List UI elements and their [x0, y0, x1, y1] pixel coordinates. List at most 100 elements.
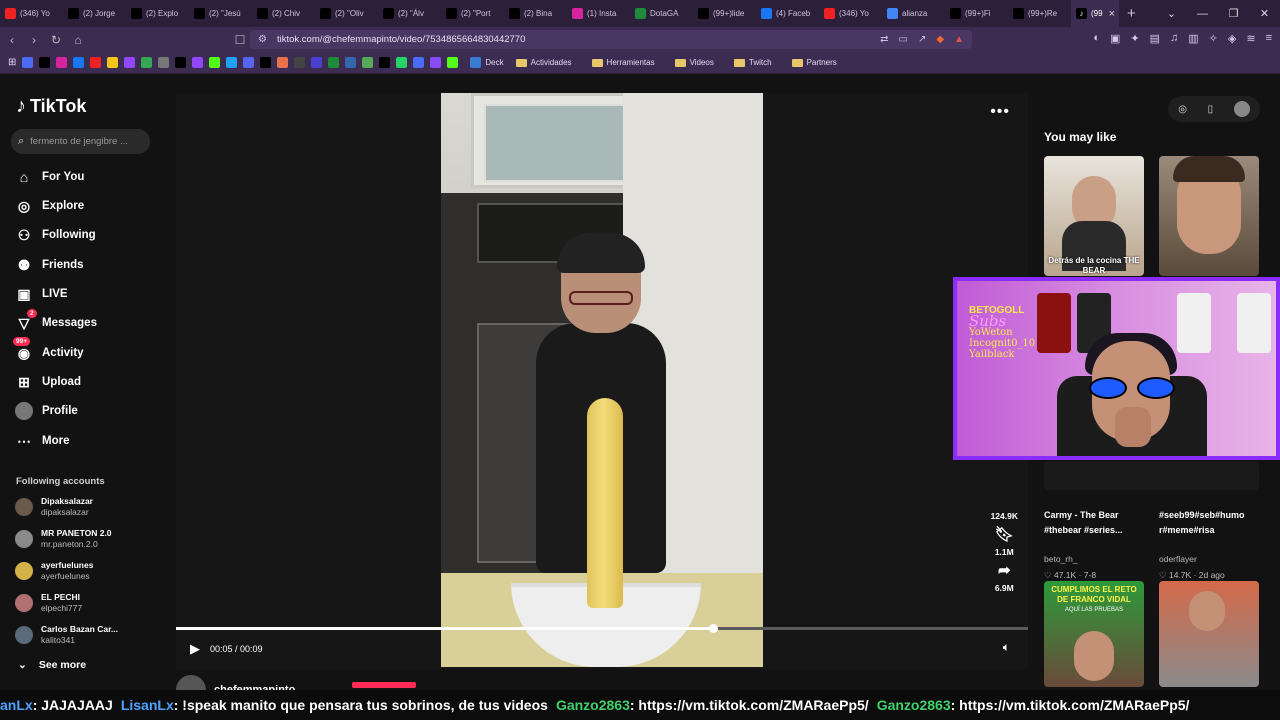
recommended-title[interactable]: Carmy - The Bear #thebear #series...: [1044, 508, 1148, 538]
bookmark-favicon-icon[interactable]: [277, 57, 289, 68]
browser-tab[interactable]: (2) "Oliv: [315, 0, 378, 27]
chevron-down-icon[interactable]: ⌄: [1156, 0, 1187, 27]
close-tab-icon[interactable]: ×: [1109, 8, 1115, 20]
sidebar-item-upload[interactable]: ⊞ Upload: [15, 372, 81, 392]
close-window-button[interactable]: ✕: [1249, 0, 1280, 27]
minimize-button[interactable]: —: [1187, 0, 1218, 27]
browser-tab[interactable]: alianza: [882, 0, 945, 27]
browser-tab[interactable]: (2) Jorge: [63, 0, 126, 27]
sidebar-item-live[interactable]: ▣ LIVE: [15, 284, 67, 304]
browser-tab[interactable]: (346) Yo: [819, 0, 882, 27]
following-account[interactable]: MR PANETON 2.0 mr.paneton.2.0: [15, 528, 112, 550]
url-bar[interactable]: ⚙ tiktok.com/@chefemmapinto/video/753486…: [250, 30, 972, 49]
translate-icon[interactable]: ⇄: [880, 34, 888, 45]
browser-tab[interactable]: (346) Yo: [0, 0, 63, 27]
puzzle-icon[interactable]: ✦: [1130, 32, 1139, 45]
browser-tab[interactable]: (2) "Álv: [378, 0, 441, 27]
bookmark-favicon-icon[interactable]: [107, 57, 119, 68]
browser-tab[interactable]: (4) Faceb: [756, 0, 819, 27]
volume-icon[interactable]: 🔈︎: [1003, 640, 1010, 655]
bookmark-favicon-icon[interactable]: [396, 57, 408, 68]
share-icon[interactable]: ↗: [918, 34, 926, 45]
apps-icon[interactable]: ⊞: [8, 57, 16, 68]
sidebar-item-explore[interactable]: ◎ Explore: [15, 196, 84, 216]
coins-icon[interactable]: ◎: [1178, 104, 1187, 115]
sidebar-icon[interactable]: ▤: [1150, 32, 1160, 45]
bookmark-folder[interactable]: Partners: [791, 58, 837, 67]
bookmark-folder[interactable]: Videos: [674, 58, 714, 67]
bookmark-favicon-icon[interactable]: [39, 57, 51, 68]
sidebar-item-following[interactable]: ⚇ Following: [15, 225, 96, 245]
bookmark-favicon-icon[interactable]: [362, 57, 374, 68]
leo-icon[interactable]: ✧: [1209, 32, 1218, 45]
bookmark-favicon-icon[interactable]: [141, 57, 153, 68]
video-player[interactable]: ••• 124.9K 🔖︎ 1.1M ➦ 6.9M ▶ 00:05 / 00:0…: [176, 93, 1028, 669]
sidebar-item-more[interactable]: ⋯ More: [15, 431, 69, 451]
bookmark-favicon-icon[interactable]: [90, 57, 102, 68]
menu-icon[interactable]: ≡: [1266, 32, 1272, 45]
bookmark-favicon-icon[interactable]: [430, 57, 442, 68]
site-settings-icon[interactable]: ⚙: [258, 34, 267, 45]
bookmark-favicon-icon[interactable]: [243, 57, 255, 68]
bookmark-favicon-icon[interactable]: [56, 57, 68, 68]
play-icon[interactable]: ▶: [190, 641, 200, 657]
extension-icon[interactable]: ≋: [1246, 32, 1255, 45]
browser-tab[interactable]: (2) "Jesú: [189, 0, 252, 27]
bookmark-favicon-icon[interactable]: [158, 57, 170, 68]
video-frame[interactable]: [441, 93, 763, 667]
bookmark-favicon-icon[interactable]: [226, 57, 238, 68]
bookmark-favicon-icon[interactable]: [447, 57, 459, 68]
sidebar-item-profile[interactable]: Profile: [15, 401, 78, 421]
new-tab-button[interactable]: +: [1127, 5, 1136, 22]
bookmark-icon[interactable]: ☐: [230, 33, 250, 47]
more-options-icon[interactable]: •••: [990, 103, 1010, 121]
bookmark-favicon-icon[interactable]: [413, 57, 425, 68]
search-input[interactable]: ⌕ fermento de jengibre ...: [11, 129, 150, 154]
brave-shield-icon[interactable]: ◆: [936, 34, 944, 45]
bookmark-folder[interactable]: Actividades: [515, 58, 572, 67]
sidebar-item-activity[interactable]: ◉ Activity 99+: [13, 337, 84, 363]
bookmark-favicon-icon[interactable]: [124, 57, 136, 68]
bookmark-icon[interactable]: 🔖︎: [995, 525, 1014, 543]
extension-icon[interactable]: ◐: [1093, 32, 1100, 45]
following-account[interactable]: ayerfuelunes ayerfuelunes: [15, 560, 93, 582]
browser-tab[interactable]: (2) Explo: [126, 0, 189, 27]
browser-tab[interactable]: DotaGA: [630, 0, 693, 27]
see-more-button[interactable]: ⌄ See more: [18, 659, 86, 671]
reload-button[interactable]: ↻: [46, 33, 66, 47]
bookmark-folder[interactable]: Herramientas: [591, 58, 655, 67]
bookmark-favicon-icon[interactable]: [379, 57, 391, 68]
browser-tab[interactable]: (2) Chiv: [252, 0, 315, 27]
browser-tab[interactable]: (1) Insta: [567, 0, 630, 27]
vpn-icon[interactable]: ◈: [1228, 32, 1236, 45]
wallet-icon[interactable]: ▥: [1188, 32, 1198, 45]
recommended-thumbnail-bottom[interactable]: [1044, 462, 1259, 490]
following-account[interactable]: EL PECHI elpechi777: [15, 592, 82, 614]
extension-icon[interactable]: ▣: [1110, 32, 1120, 45]
bookmark-favicon-icon[interactable]: [209, 57, 221, 68]
sidebar-item-friends[interactable]: ⚉ Friends: [15, 255, 84, 275]
user-avatar[interactable]: [1233, 101, 1250, 117]
share-icon[interactable]: ➦: [998, 561, 1011, 579]
follow-button[interactable]: [352, 682, 416, 688]
bookmark-favicon-icon[interactable]: [192, 57, 204, 68]
video-progress-bar[interactable]: [176, 624, 1028, 633]
browser-tab[interactable]: (99+)Fi: [945, 0, 1008, 27]
bookmark-favicon-icon[interactable]: [345, 57, 357, 68]
bookmark-favicon-icon[interactable]: [328, 57, 340, 68]
recommended-thumbnail[interactable]: [1159, 156, 1259, 276]
bookmark-favicon-icon[interactable]: [311, 57, 323, 68]
bookmark-favicon-icon[interactable]: [294, 57, 306, 68]
following-account[interactable]: Dipaksalazar dipaksalazar: [15, 496, 93, 518]
browser-tab[interactable]: (2) "Port: [441, 0, 504, 27]
rewards-icon[interactable]: ▲: [954, 34, 964, 45]
cast-icon[interactable]: ▭: [899, 34, 908, 45]
bookmark-deck[interactable]: Deck: [470, 57, 504, 68]
music-icon[interactable]: ♫: [1170, 32, 1178, 45]
progress-knob[interactable]: [708, 624, 718, 633]
back-button[interactable]: ‹: [2, 33, 22, 47]
sidebar-item-messages[interactable]: ▽ Messages 2: [15, 309, 97, 333]
maximize-button[interactable]: ❐: [1218, 0, 1249, 27]
bookmark-favicon-icon[interactable]: [260, 57, 272, 68]
recommended-thumbnail[interactable]: Detrás de la cocina THE BEAR: [1044, 156, 1144, 276]
